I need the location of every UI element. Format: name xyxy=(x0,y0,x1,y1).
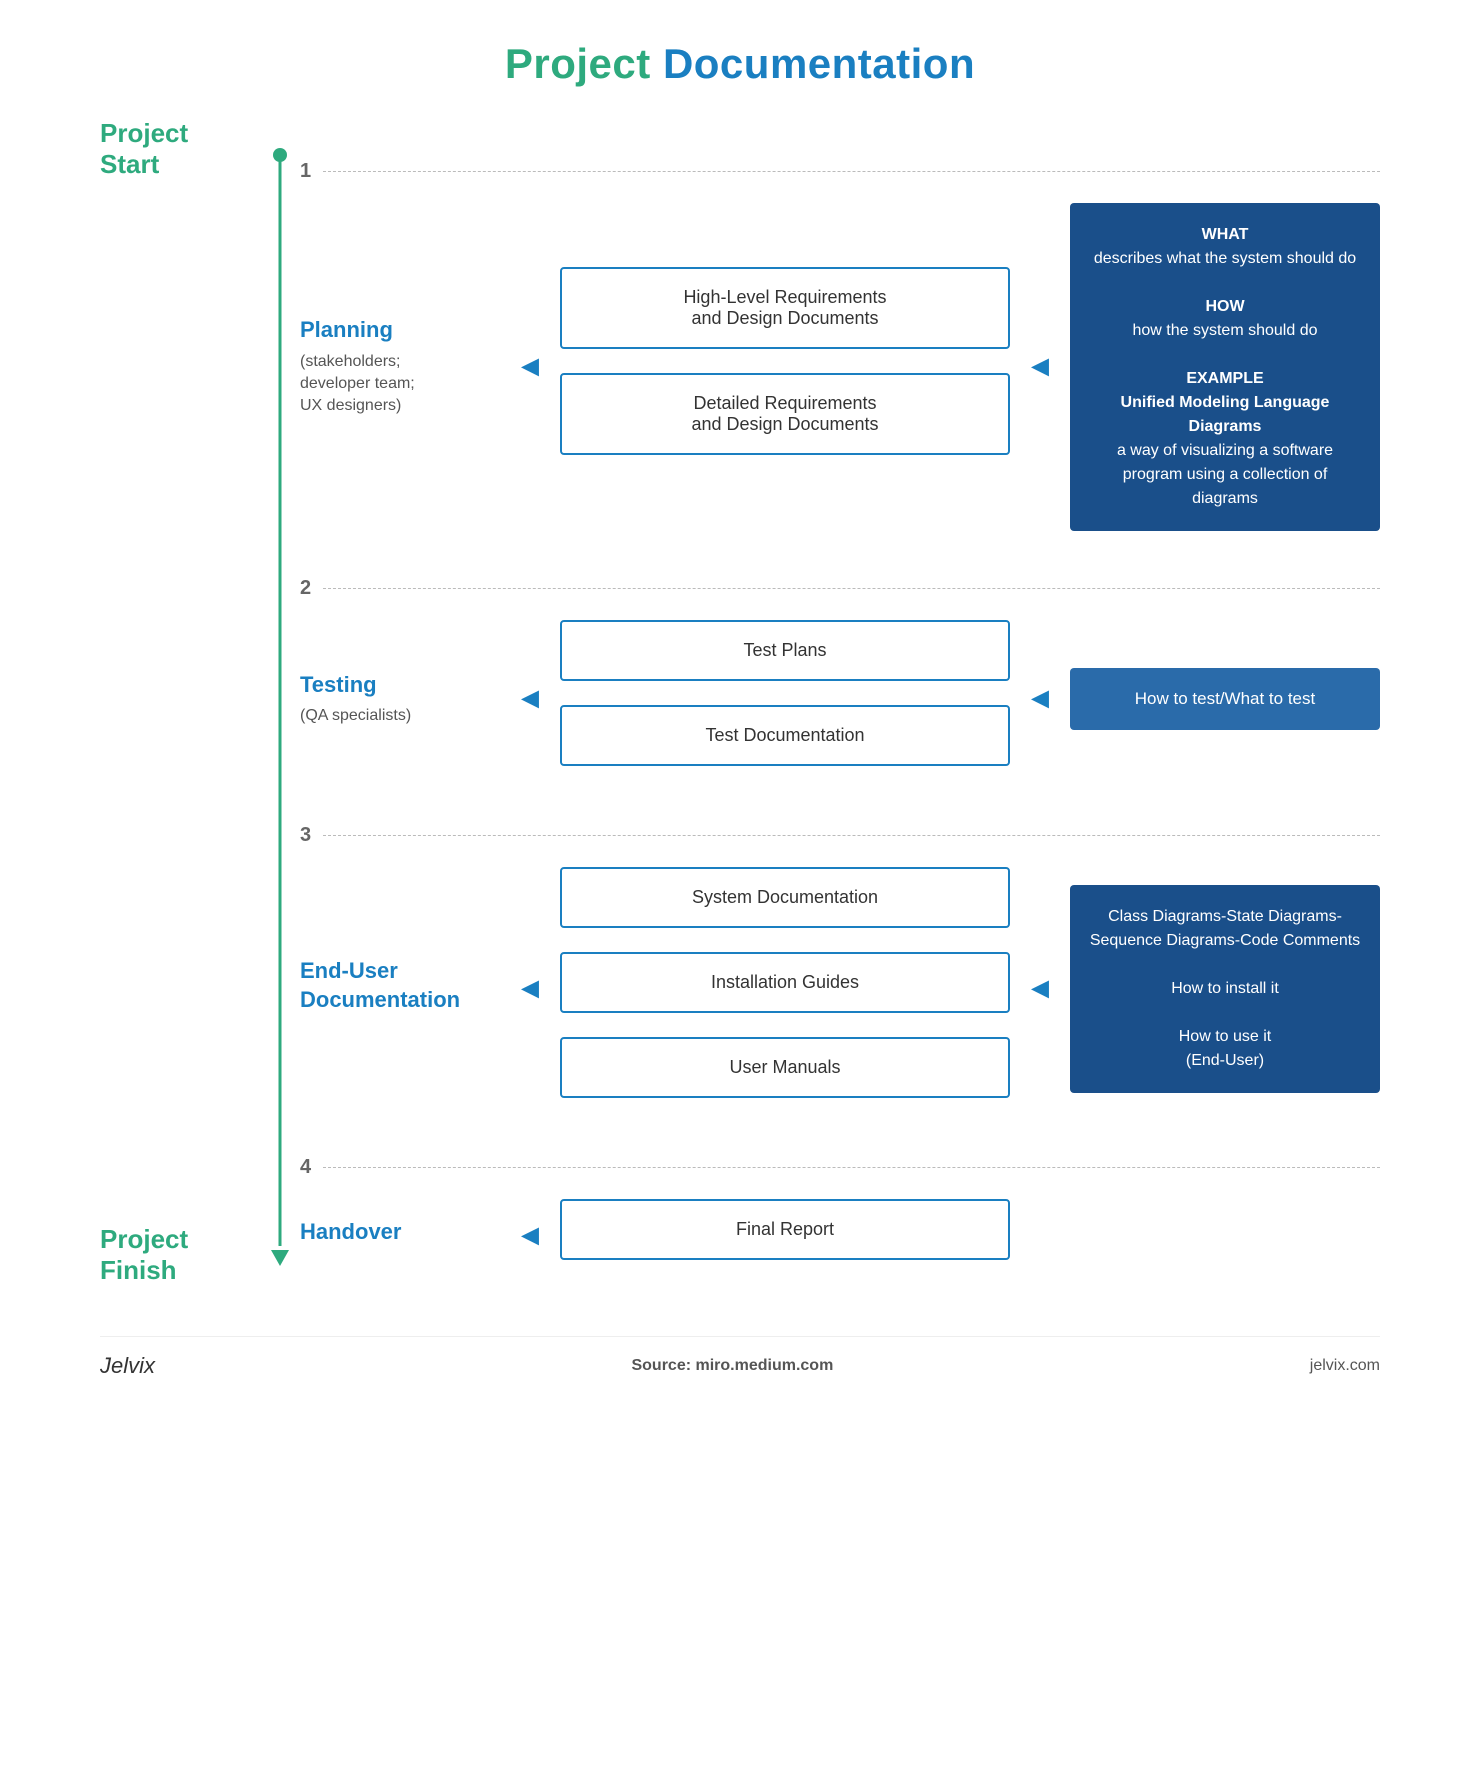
section-4-number: 4 xyxy=(300,1156,311,1179)
phase-1-sublabel: (stakeholders;developer team;UX designer… xyxy=(300,351,485,418)
title-highlight: Documentation xyxy=(663,40,975,87)
timeline-arrow xyxy=(271,1250,289,1266)
info-box-1: WHAT describes what the system should do… xyxy=(1070,203,1380,531)
section-1-content: Planning (stakeholders;developer team;UX… xyxy=(300,193,1380,555)
phase-2-arrow-right: ◄ xyxy=(1010,682,1070,716)
phase-2-label-area: Testing (QA specialists) xyxy=(300,671,500,728)
phase-3-arrow: ◄ xyxy=(500,972,560,1006)
phase-4-label: Handover xyxy=(300,1218,485,1247)
section-3: 3 End-UserDocumentation ◄ System Documen… xyxy=(300,802,1380,1134)
section-4-header: 4 xyxy=(300,1134,1380,1189)
phase-1-label-area: Planning (stakeholders;developer team;UX… xyxy=(300,316,500,418)
doc-box-1-1: High-Level Requirementsand Design Docume… xyxy=(560,267,1010,349)
phase-1-docs: High-Level Requirementsand Design Docume… xyxy=(560,267,1010,467)
doc-box-3-2: Installation Guides xyxy=(560,952,1010,1013)
footer-url: jelvix.com xyxy=(1310,1357,1380,1375)
phase-3-label: End-UserDocumentation xyxy=(300,957,485,1014)
info-1-example-text: a way of visualizing a software program … xyxy=(1117,442,1333,507)
section-3-header: 3 xyxy=(300,802,1380,857)
info-3-class-text: Class Diagrams-State Diagrams-Sequence D… xyxy=(1090,908,1360,949)
doc-box-1-2: Detailed Requirementsand Design Document… xyxy=(560,373,1010,455)
phase-2-arrow: ◄ xyxy=(500,682,560,716)
info-3-install-text: How to install it xyxy=(1171,980,1279,997)
info-1-what-label: WHAT xyxy=(1202,226,1249,243)
project-finish-label: ProjectFinish xyxy=(100,1224,260,1286)
phase-3-info: Class Diagrams-State Diagrams-Sequence D… xyxy=(1070,885,1380,1093)
section-2-content: Testing (QA specialists) ◄ Test Plans Te… xyxy=(300,610,1380,802)
info-3-use-text: How to use it(End-User) xyxy=(1179,1028,1271,1069)
section-1: 1 Planning (stakeholders;developer team;… xyxy=(300,138,1380,555)
phase-3-label-area: End-UserDocumentation xyxy=(300,957,500,1020)
doc-box-3-3: User Manuals xyxy=(560,1037,1010,1098)
info-2-text: How to test/What to test xyxy=(1135,689,1315,708)
section-4: 4 Handover ◄ Final Report ◄ xyxy=(300,1134,1380,1296)
section-4-divider xyxy=(323,1167,1380,1168)
section-1-header: 1 xyxy=(300,138,1380,193)
section-3-number: 3 xyxy=(300,824,311,847)
info-1-how-text: how the system should do xyxy=(1133,322,1318,339)
phase-4-label-area: Handover xyxy=(300,1218,500,1253)
section-1-number: 1 xyxy=(300,160,311,183)
section-3-content: End-UserDocumentation ◄ System Documenta… xyxy=(300,857,1380,1134)
phase-3-docs: System Documentation Installation Guides… xyxy=(560,867,1010,1110)
info-box-3: Class Diagrams-State Diagrams-Sequence D… xyxy=(1070,885,1380,1093)
info-1-how-label: HOW xyxy=(1205,298,1244,315)
section-3-divider xyxy=(323,835,1380,836)
section-1-divider xyxy=(323,171,1380,172)
footer-logo: Jelvix xyxy=(100,1353,155,1379)
info-box-2: How to test/What to test xyxy=(1070,668,1380,730)
footer-url-text: jelvix.com xyxy=(1310,1357,1380,1374)
phase-2-sublabel: (QA specialists) xyxy=(300,705,485,727)
side-labels-column: ProjectStart ProjectFinish xyxy=(100,138,260,1296)
doc-box-2-2: Test Documentation xyxy=(560,705,1010,766)
phase-1-arrow-right: ◄ xyxy=(1010,350,1070,384)
info-1-example-label: EXAMPLEUnified Modeling Language Diagram… xyxy=(1121,370,1330,435)
phase-2-info: How to test/What to test xyxy=(1070,668,1380,730)
phase-1-info: WHAT describes what the system should do… xyxy=(1070,203,1380,531)
phase-1-arrow: ◄ xyxy=(500,350,560,384)
phase-4-arrow: ◄ xyxy=(500,1219,560,1253)
footer-source-label: Source: xyxy=(631,1357,691,1374)
timeline-dot-start xyxy=(273,148,287,162)
section-2-number: 2 xyxy=(300,577,311,600)
section-2-divider xyxy=(323,588,1380,589)
doc-box-4-1: Final Report xyxy=(560,1199,1010,1260)
phase-1-label: Planning xyxy=(300,316,485,345)
phase-3-arrow-right: ◄ xyxy=(1010,972,1070,1006)
main-content: 1 Planning (stakeholders;developer team;… xyxy=(300,138,1380,1296)
phase-2-label: Testing xyxy=(300,671,485,700)
section-2: 2 Testing (QA specialists) ◄ Test Plans … xyxy=(300,555,1380,802)
phase-4-docs: Final Report xyxy=(560,1199,1010,1272)
page-title: Project Documentation xyxy=(505,40,975,88)
title-prefix: Project xyxy=(505,40,663,87)
footer: Jelvix Source: miro.medium.com jelvix.co… xyxy=(100,1336,1380,1379)
section-4-content: Handover ◄ Final Report ◄ xyxy=(300,1189,1380,1296)
footer-source: Source: miro.medium.com xyxy=(631,1357,833,1375)
info-1-what-text: describes what the system should do xyxy=(1094,250,1356,267)
timeline-line xyxy=(279,154,282,1246)
doc-box-3-1: System Documentation xyxy=(560,867,1010,928)
section-2-header: 2 xyxy=(300,555,1380,610)
footer-logo-text: Jelvix xyxy=(100,1353,155,1378)
footer-source-value: miro.medium.com xyxy=(696,1357,834,1374)
timeline-column xyxy=(260,138,300,1296)
doc-box-2-1: Test Plans xyxy=(560,620,1010,681)
phase-2-docs: Test Plans Test Documentation xyxy=(560,620,1010,778)
